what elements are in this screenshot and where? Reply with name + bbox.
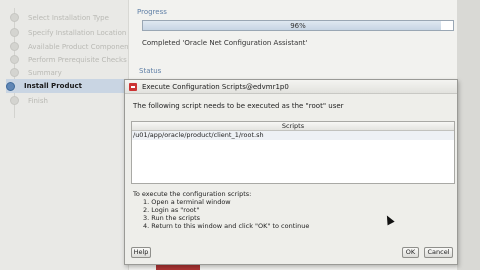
instruction-step: 3. Run the scripts: [143, 214, 201, 222]
table-row[interactable]: /u01/app/oracle/product/client_1/root.sh: [132, 131, 454, 140]
cancel-button[interactable]: Cancel: [424, 247, 453, 258]
progress-group: Progress 96% Completed 'Oracle Net Confi…: [137, 8, 457, 60]
sidebar-item-label: Finish: [28, 96, 48, 105]
step-dot-icon: [10, 13, 19, 22]
right-rail: [457, 0, 480, 270]
sidebar-item-install-product[interactable]: Install Product: [6, 79, 128, 93]
step-dot-icon: [10, 55, 19, 64]
instructions-title: To execute the configuration scripts:: [133, 190, 252, 198]
sidebar-item-label: Select Installation Type: [28, 13, 109, 22]
scripts-column-header[interactable]: Scripts: [132, 122, 454, 131]
instruction-step: 1. Open a terminal window: [143, 198, 231, 206]
dialog-message: The following script needs to be execute…: [133, 102, 344, 110]
instruction-step: 4. Return to this window and click "OK" …: [143, 222, 310, 230]
sidebar-item-available-product-components[interactable]: Available Product Components: [10, 40, 128, 53]
sidebar-item-finish[interactable]: Finish: [10, 94, 128, 107]
dialog-titlebar[interactable]: Execute Configuration Scripts@edvmr1p0: [125, 80, 457, 94]
progress-title: Progress: [137, 8, 167, 16]
sidebar-item-specify-installation-location[interactable]: Specify Installation Location: [10, 26, 128, 39]
sidebar-item-label: Summary: [28, 68, 62, 77]
scripts-table-area: Scripts /u01/app/oracle/product/client_1…: [131, 121, 455, 256]
step-dot-icon: [10, 28, 19, 37]
oracle-app-icon: [129, 82, 137, 91]
sidebar-item-label: Install Product: [24, 82, 82, 90]
sidebar-item-select-installation-type[interactable]: Select Installation Type: [10, 11, 128, 24]
status-title: Status: [139, 67, 162, 75]
progress-status-text: Completed 'Oracle Net Configuration Assi…: [142, 39, 308, 47]
step-dot-icon: [10, 42, 19, 51]
progress-bar: 96%: [142, 20, 454, 31]
progress-percent: 96%: [290, 22, 306, 30]
scripts-table: Scripts /u01/app/oracle/product/client_1…: [131, 121, 455, 184]
dialog-title: Execute Configuration Scripts@edvmr1p0: [142, 82, 289, 91]
ok-button[interactable]: OK: [402, 247, 419, 258]
instructions: To execute the configuration scripts: 1.…: [133, 190, 309, 230]
sidebar-item-prerequisite-checks[interactable]: Perform Prerequisite Checks: [10, 53, 128, 66]
instruction-step: 2. Login as "root": [143, 206, 200, 214]
sidebar-item-label: Available Product Components: [28, 42, 128, 51]
step-dot-icon: [10, 68, 19, 77]
current-step-icon: [6, 81, 15, 91]
sidebar-item-label: Perform Prerequisite Checks: [28, 55, 127, 64]
sidebar: Select Installation Type Specify Install…: [0, 0, 128, 270]
help-button[interactable]: Help: [131, 247, 151, 258]
step-dot-icon: [10, 96, 19, 105]
execute-scripts-dialog: Execute Configuration Scripts@edvmr1p0 T…: [124, 79, 458, 265]
sidebar-item-summary[interactable]: Summary: [10, 66, 128, 79]
sidebar-item-label: Specify Installation Location: [28, 28, 127, 37]
instruction-steps: 1. Open a terminal window 2. Login as "r…: [133, 198, 309, 230]
